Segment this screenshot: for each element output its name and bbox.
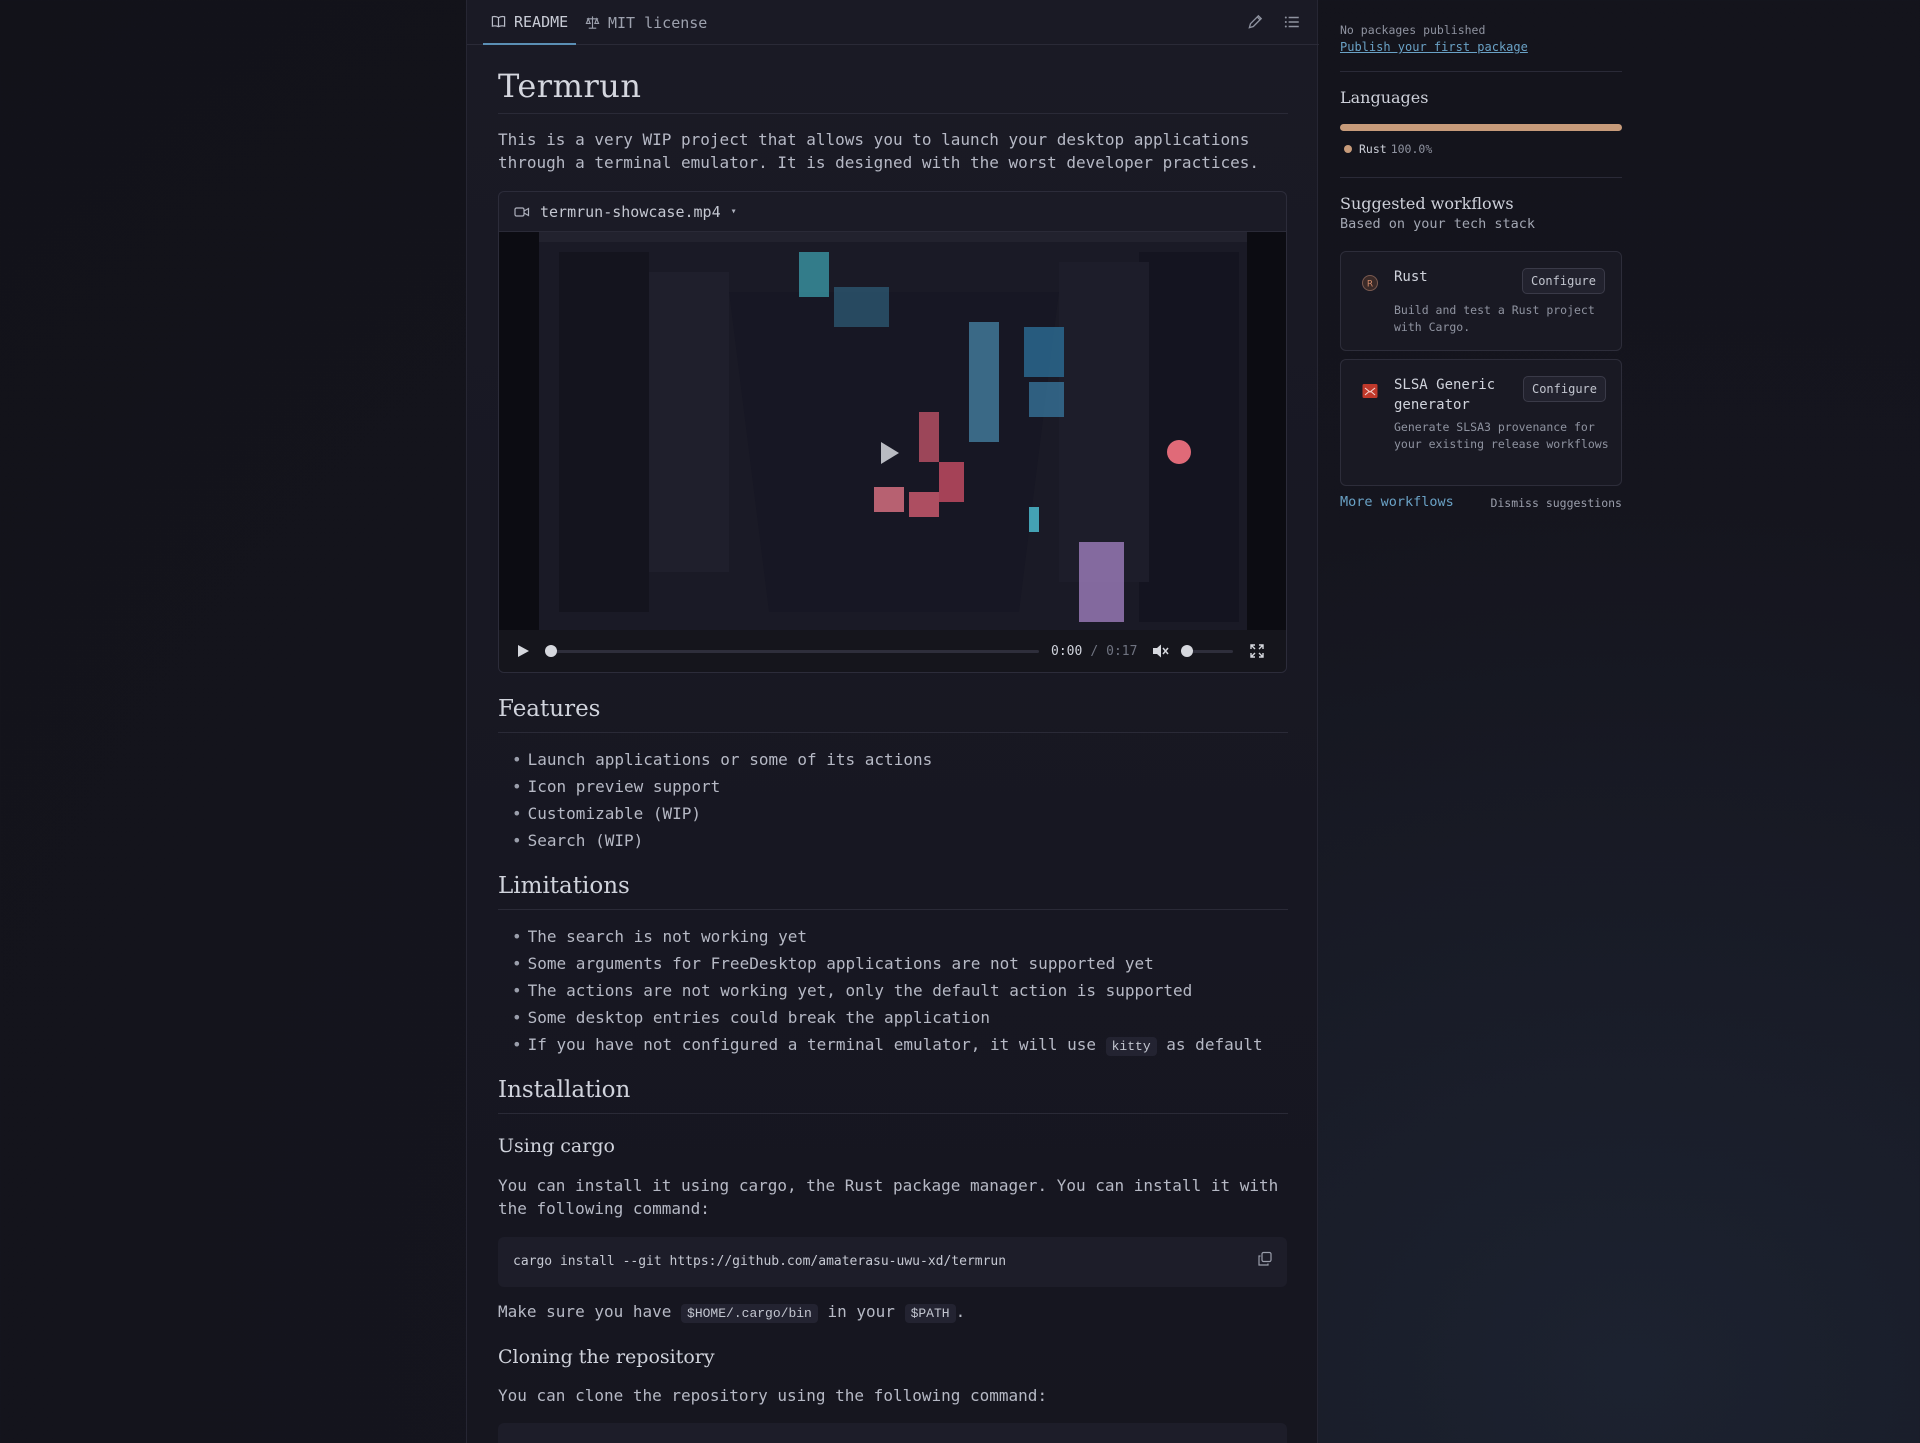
divider bbox=[1340, 177, 1622, 178]
tab-license-label: MIT license bbox=[608, 13, 708, 32]
packages-status: No packages published bbox=[1340, 23, 1486, 37]
configure-button[interactable]: Configure bbox=[1522, 376, 1606, 402]
list-item: The actions are not working yet, only th… bbox=[512, 977, 1263, 1004]
divider bbox=[498, 1113, 1288, 1114]
video-icon bbox=[514, 206, 530, 217]
language-bar-rust bbox=[1340, 124, 1622, 131]
inline-code-cargo-bin: $HOME/.cargo/bin bbox=[681, 1304, 818, 1323]
divider bbox=[498, 732, 1288, 733]
cargo-command: cargo install --git https://github.com/a… bbox=[513, 1254, 1007, 1269]
path-note-before: Make sure you have bbox=[498, 1302, 672, 1321]
scale-icon bbox=[585, 16, 600, 29]
time-separator: / bbox=[1090, 643, 1099, 659]
cargo-paragraph: You can install it using cargo, the Rust… bbox=[498, 1176, 1279, 1218]
rust-icon: R bbox=[1362, 275, 1378, 291]
tab-readme-label: README bbox=[514, 12, 569, 31]
path-note: Make sure you have $HOME/.cargo/bin in y… bbox=[498, 1300, 1288, 1325]
inline-code-path: $PATH bbox=[904, 1304, 956, 1323]
divider bbox=[498, 113, 1288, 114]
chevron-down-icon[interactable]: ▾ bbox=[731, 206, 737, 217]
list-item: If you have not configured a terminal em… bbox=[512, 1031, 1263, 1060]
video-filename: termrun-showcase.mp4 bbox=[540, 202, 721, 221]
mute-icon[interactable] bbox=[1151, 643, 1170, 659]
video-frame[interactable] bbox=[499, 232, 1286, 632]
configure-button[interactable]: Configure bbox=[1521, 268, 1605, 294]
clone-paragraph: You can clone the repository using the f… bbox=[498, 1386, 1048, 1405]
language-bar bbox=[1340, 124, 1622, 131]
workflow-name: Rust bbox=[1394, 269, 1428, 285]
outline-list-icon[interactable] bbox=[1283, 13, 1301, 31]
volume-slider[interactable] bbox=[1181, 644, 1234, 658]
current-time: 0:00 bbox=[1051, 643, 1083, 659]
workflow-description: Build and test a Rust project with Cargo… bbox=[1394, 303, 1595, 334]
fullscreen-icon[interactable] bbox=[1249, 643, 1265, 659]
divider bbox=[498, 909, 1288, 910]
list-item: Customizable (WIP) bbox=[512, 800, 932, 827]
clone-heading: Cloning the repository bbox=[498, 1346, 715, 1368]
list-item: Icon preview support bbox=[512, 773, 932, 800]
limitation-text-after: as default bbox=[1166, 1035, 1263, 1054]
book-icon bbox=[491, 15, 506, 28]
list-item: Some desktop entries could break the app… bbox=[512, 1004, 1263, 1031]
path-note-after: . bbox=[955, 1302, 966, 1321]
limitations-heading: Limitations bbox=[498, 873, 630, 899]
duration: 0:17 bbox=[1106, 643, 1138, 659]
language-dot bbox=[1344, 145, 1352, 153]
pencil-icon[interactable] bbox=[1246, 13, 1264, 31]
language-percent: 100.0% bbox=[1390, 142, 1433, 156]
svg-text:R: R bbox=[1367, 280, 1373, 290]
list-item: Launch applications or some of its actio… bbox=[512, 746, 933, 773]
intro-paragraph: This is a very WIP project that allows y… bbox=[498, 130, 1259, 172]
workflows-heading: Suggested workflows bbox=[1340, 194, 1514, 213]
list-item: Search (WIP) bbox=[512, 827, 932, 854]
divider bbox=[1340, 71, 1622, 72]
readme-panel: README MIT license Termrun This is a ver… bbox=[466, 0, 1319, 1443]
video-controls: 0:00 / 0:17 bbox=[499, 630, 1286, 672]
slsa-icon bbox=[1362, 384, 1378, 398]
installation-heading: Installation bbox=[498, 1077, 631, 1103]
tab-license[interactable]: MIT license bbox=[577, 0, 715, 45]
limitation-text-before: If you have not configured a terminal em… bbox=[527, 1035, 1096, 1054]
volume-knob[interactable] bbox=[1181, 645, 1194, 657]
tab-readme[interactable]: README bbox=[483, 0, 577, 45]
seek-knob[interactable] bbox=[545, 645, 557, 657]
workflow-description: Generate SLSA3 provenance for your exist… bbox=[1394, 420, 1609, 451]
workflow-name: SLSA Generic generator bbox=[1394, 377, 1496, 413]
workflow-card-rust: R Rust Configure Build and test a Rust p… bbox=[1340, 251, 1622, 351]
limitations-list: The search is not working yet Some argum… bbox=[512, 923, 1263, 1060]
features-list: Launch applications or some of its actio… bbox=[512, 746, 933, 854]
video-header[interactable]: termrun-showcase.mp4 ▾ bbox=[499, 192, 1286, 232]
language-item-rust[interactable]: Rust 100.0% bbox=[1344, 142, 1432, 156]
copy-icon[interactable] bbox=[1257, 1251, 1273, 1267]
dismiss-suggestions-button[interactable]: Dismiss suggestions bbox=[1490, 496, 1622, 510]
path-note-middle: in your bbox=[827, 1302, 895, 1321]
list-item: Some arguments for FreeDesktop applicati… bbox=[512, 950, 1263, 977]
code-block: cargo install --git https://github.com/a… bbox=[498, 1237, 1287, 1287]
video-seek-bar[interactable] bbox=[545, 644, 1039, 658]
more-workflows-link[interactable]: More workflows bbox=[1340, 494, 1454, 510]
inline-code-kitty: kitty bbox=[1105, 1037, 1157, 1056]
video-player: termrun-showcase.mp4 ▾ 0:00 / 0:17 bbox=[498, 191, 1287, 673]
page-title: Termrun bbox=[498, 67, 642, 105]
languages-heading: Languages bbox=[1340, 88, 1429, 107]
play-icon[interactable] bbox=[515, 643, 531, 659]
language-name: Rust bbox=[1359, 142, 1387, 156]
features-heading: Features bbox=[498, 696, 601, 722]
readme-tabbar: README MIT license bbox=[467, 0, 1319, 45]
workflow-card-slsa: SLSA Generic generator Configure Generat… bbox=[1340, 359, 1622, 486]
cargo-heading: Using cargo bbox=[498, 1135, 615, 1157]
publish-package-link[interactable]: Publish your first package bbox=[1340, 40, 1528, 54]
video-thumbnail bbox=[499, 232, 1286, 632]
list-item: The search is not working yet bbox=[512, 923, 1263, 950]
workflows-subheading: Based on your tech stack bbox=[1340, 216, 1536, 232]
code-block-partial bbox=[498, 1423, 1287, 1443]
